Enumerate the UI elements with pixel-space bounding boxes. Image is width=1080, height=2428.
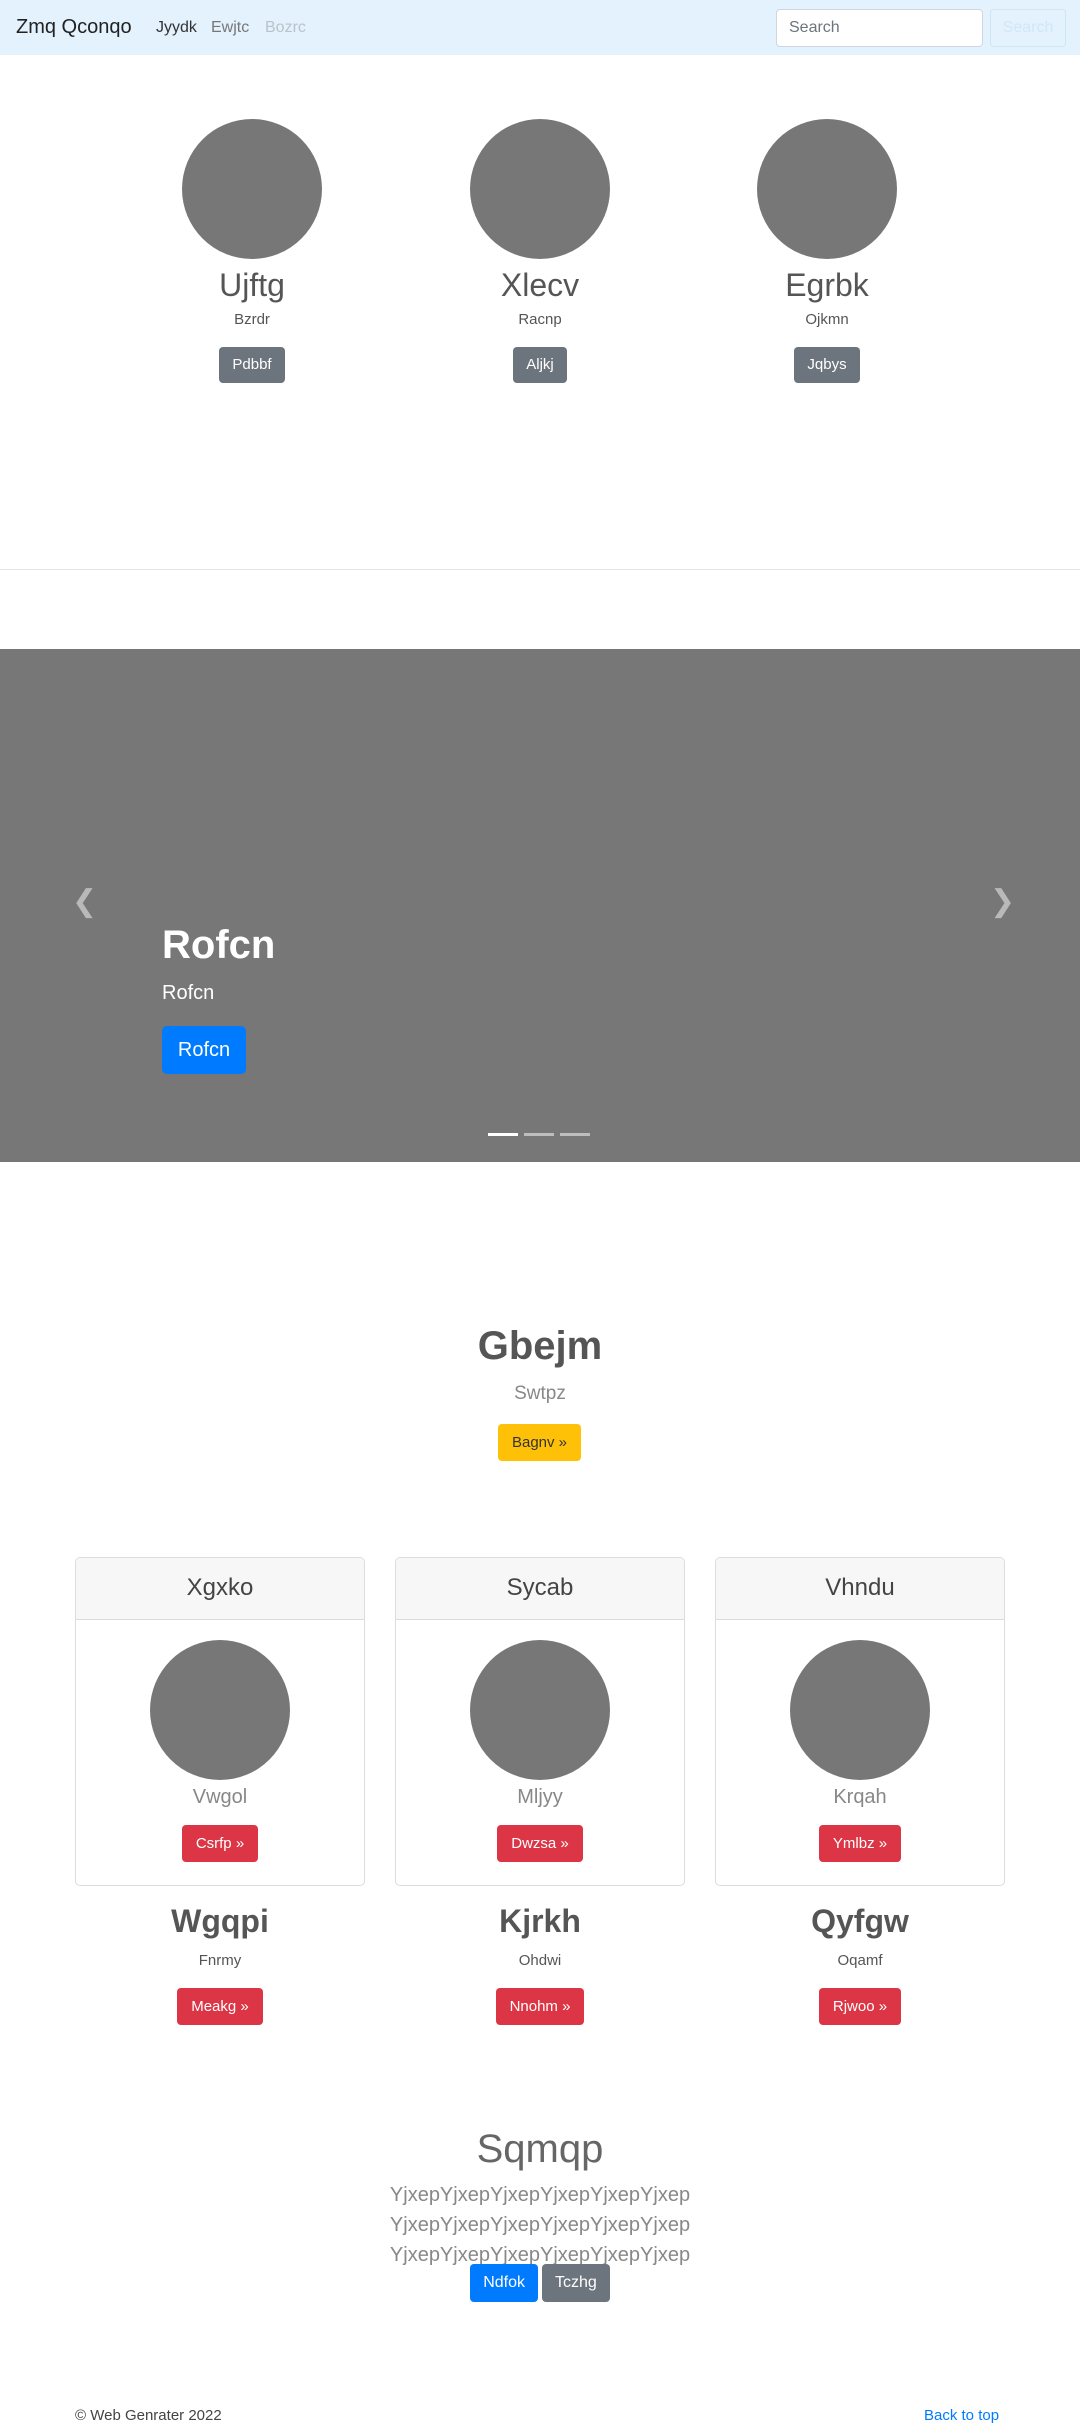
card-3: Vhndu Krqah Ymlbz » [715,1557,1005,1886]
profile-name: Egrbk [785,267,869,303]
navbar: Zmq Qconqo Jyydk Ewjtc Bozrc Search [0,0,1080,55]
profile-name: Xlecv [500,267,580,303]
nav-link-1[interactable]: Jyydk [156,19,197,37]
column-button[interactable]: Meakg » [177,1988,263,2025]
nav-link-3[interactable]: Bozrc [265,19,306,37]
profile-subtitle: Ojkmn [805,311,849,328]
hero-title: Gbejm [477,1324,603,1368]
navbar-brand[interactable]: Zmq Qconqo [16,16,132,39]
bottom-text: YjxepYjxepYjxepYjxepYjxepYjxep YjxepYjxe… [389,2184,691,2266]
carousel-subtitle: Rofcn [162,982,215,1004]
card-1: Xgxko Vwgol Csrfp » [75,1557,365,1886]
footer-copyright: © Web Genrater 2022 [75,2407,222,2424]
card-2: Sycab Mljyy Dwzsa » [395,1557,685,1886]
carousel-indicator-3[interactable] [560,1133,590,1136]
profile-button[interactable]: Jqbys [794,347,860,383]
column-1: Wgqpi Fnrmy Meakg » [75,1901,365,2025]
card-button[interactable]: Ymlbz » [818,1825,902,1862]
column-title: Wgqpi [171,1903,269,1939]
bottom-title: Sqmqp [476,2127,604,2171]
profile-3: Egrbk Ojkmn Jqbys [747,119,907,383]
back-to-top-link[interactable]: Back to top [924,2406,999,2426]
carousel-title: Rofcn [162,923,276,967]
profile-name: Ujftg [219,267,285,303]
primary-button[interactable]: Ndfok [470,2264,538,2302]
search-button[interactable]: Search [990,9,1066,47]
profile-subtitle: Racnp [518,311,562,328]
profile-2: Xlecv Racnp Aljkj [460,119,620,383]
avatar [182,119,322,259]
column-3: Qyfgw Oqamf Rjwoo » [715,1901,1005,2025]
column-subtitle: Ohdwi [518,1952,562,1969]
avatar [790,1640,930,1780]
carousel-indicator-1[interactable] [488,1133,518,1136]
column-title: Qyfgw [811,1903,909,1939]
carousel-indicators [488,1133,592,1137]
hero-button[interactable]: Bagnv » [498,1424,581,1461]
profile-button[interactable]: Pdbbf [219,347,285,383]
profile-button[interactable]: Aljkj [513,347,567,383]
card-header: Sycab [396,1558,684,1620]
card-header: Vhndu [716,1558,1004,1620]
column-subtitle: Fnrmy [198,1952,242,1969]
avatar [470,119,610,259]
nav-link-2[interactable]: Ewjtc [211,19,249,37]
column-subtitle: Oqamf [837,1952,883,1969]
profile-1: Ujftg Bzrdr Pdbbf [172,119,332,383]
avatar [150,1640,290,1780]
avatar [757,119,897,259]
carousel: ❮ ❯ Rofcn Rofcn Rofcn [0,649,1080,1162]
hero-subtitle: Swtpz [514,1383,566,1404]
profile-subtitle: Bzrdr [234,311,270,328]
column-button[interactable]: Rjwoo » [818,1988,902,2025]
secondary-button[interactable]: Tczhg [542,2264,610,2302]
card-subtitle: Mljyy [517,1786,563,1808]
card-button[interactable]: Csrfp » [181,1825,259,1862]
carousel-indicator-2[interactable] [524,1133,554,1136]
carousel-button[interactable]: Rofcn [162,1026,246,1074]
section-divider [0,569,1080,570]
card-subtitle: Vwgol [192,1786,248,1808]
column-button[interactable]: Nnohm » [495,1988,585,2025]
chevron-right-icon[interactable]: ❯ [990,887,1015,917]
card-header: Xgxko [76,1558,364,1620]
card-subtitle: Krqah [833,1786,887,1808]
avatar [470,1640,610,1780]
chevron-left-icon[interactable]: ❮ [72,887,97,917]
column-2: Kjrkh Ohdwi Nnohm » [395,1901,685,2025]
bottom-buttons: Ndfok Tczhg [0,2264,1080,2302]
column-title: Kjrkh [499,1903,581,1939]
card-button[interactable]: Dwzsa » [497,1825,583,1862]
search-input[interactable] [776,9,983,47]
